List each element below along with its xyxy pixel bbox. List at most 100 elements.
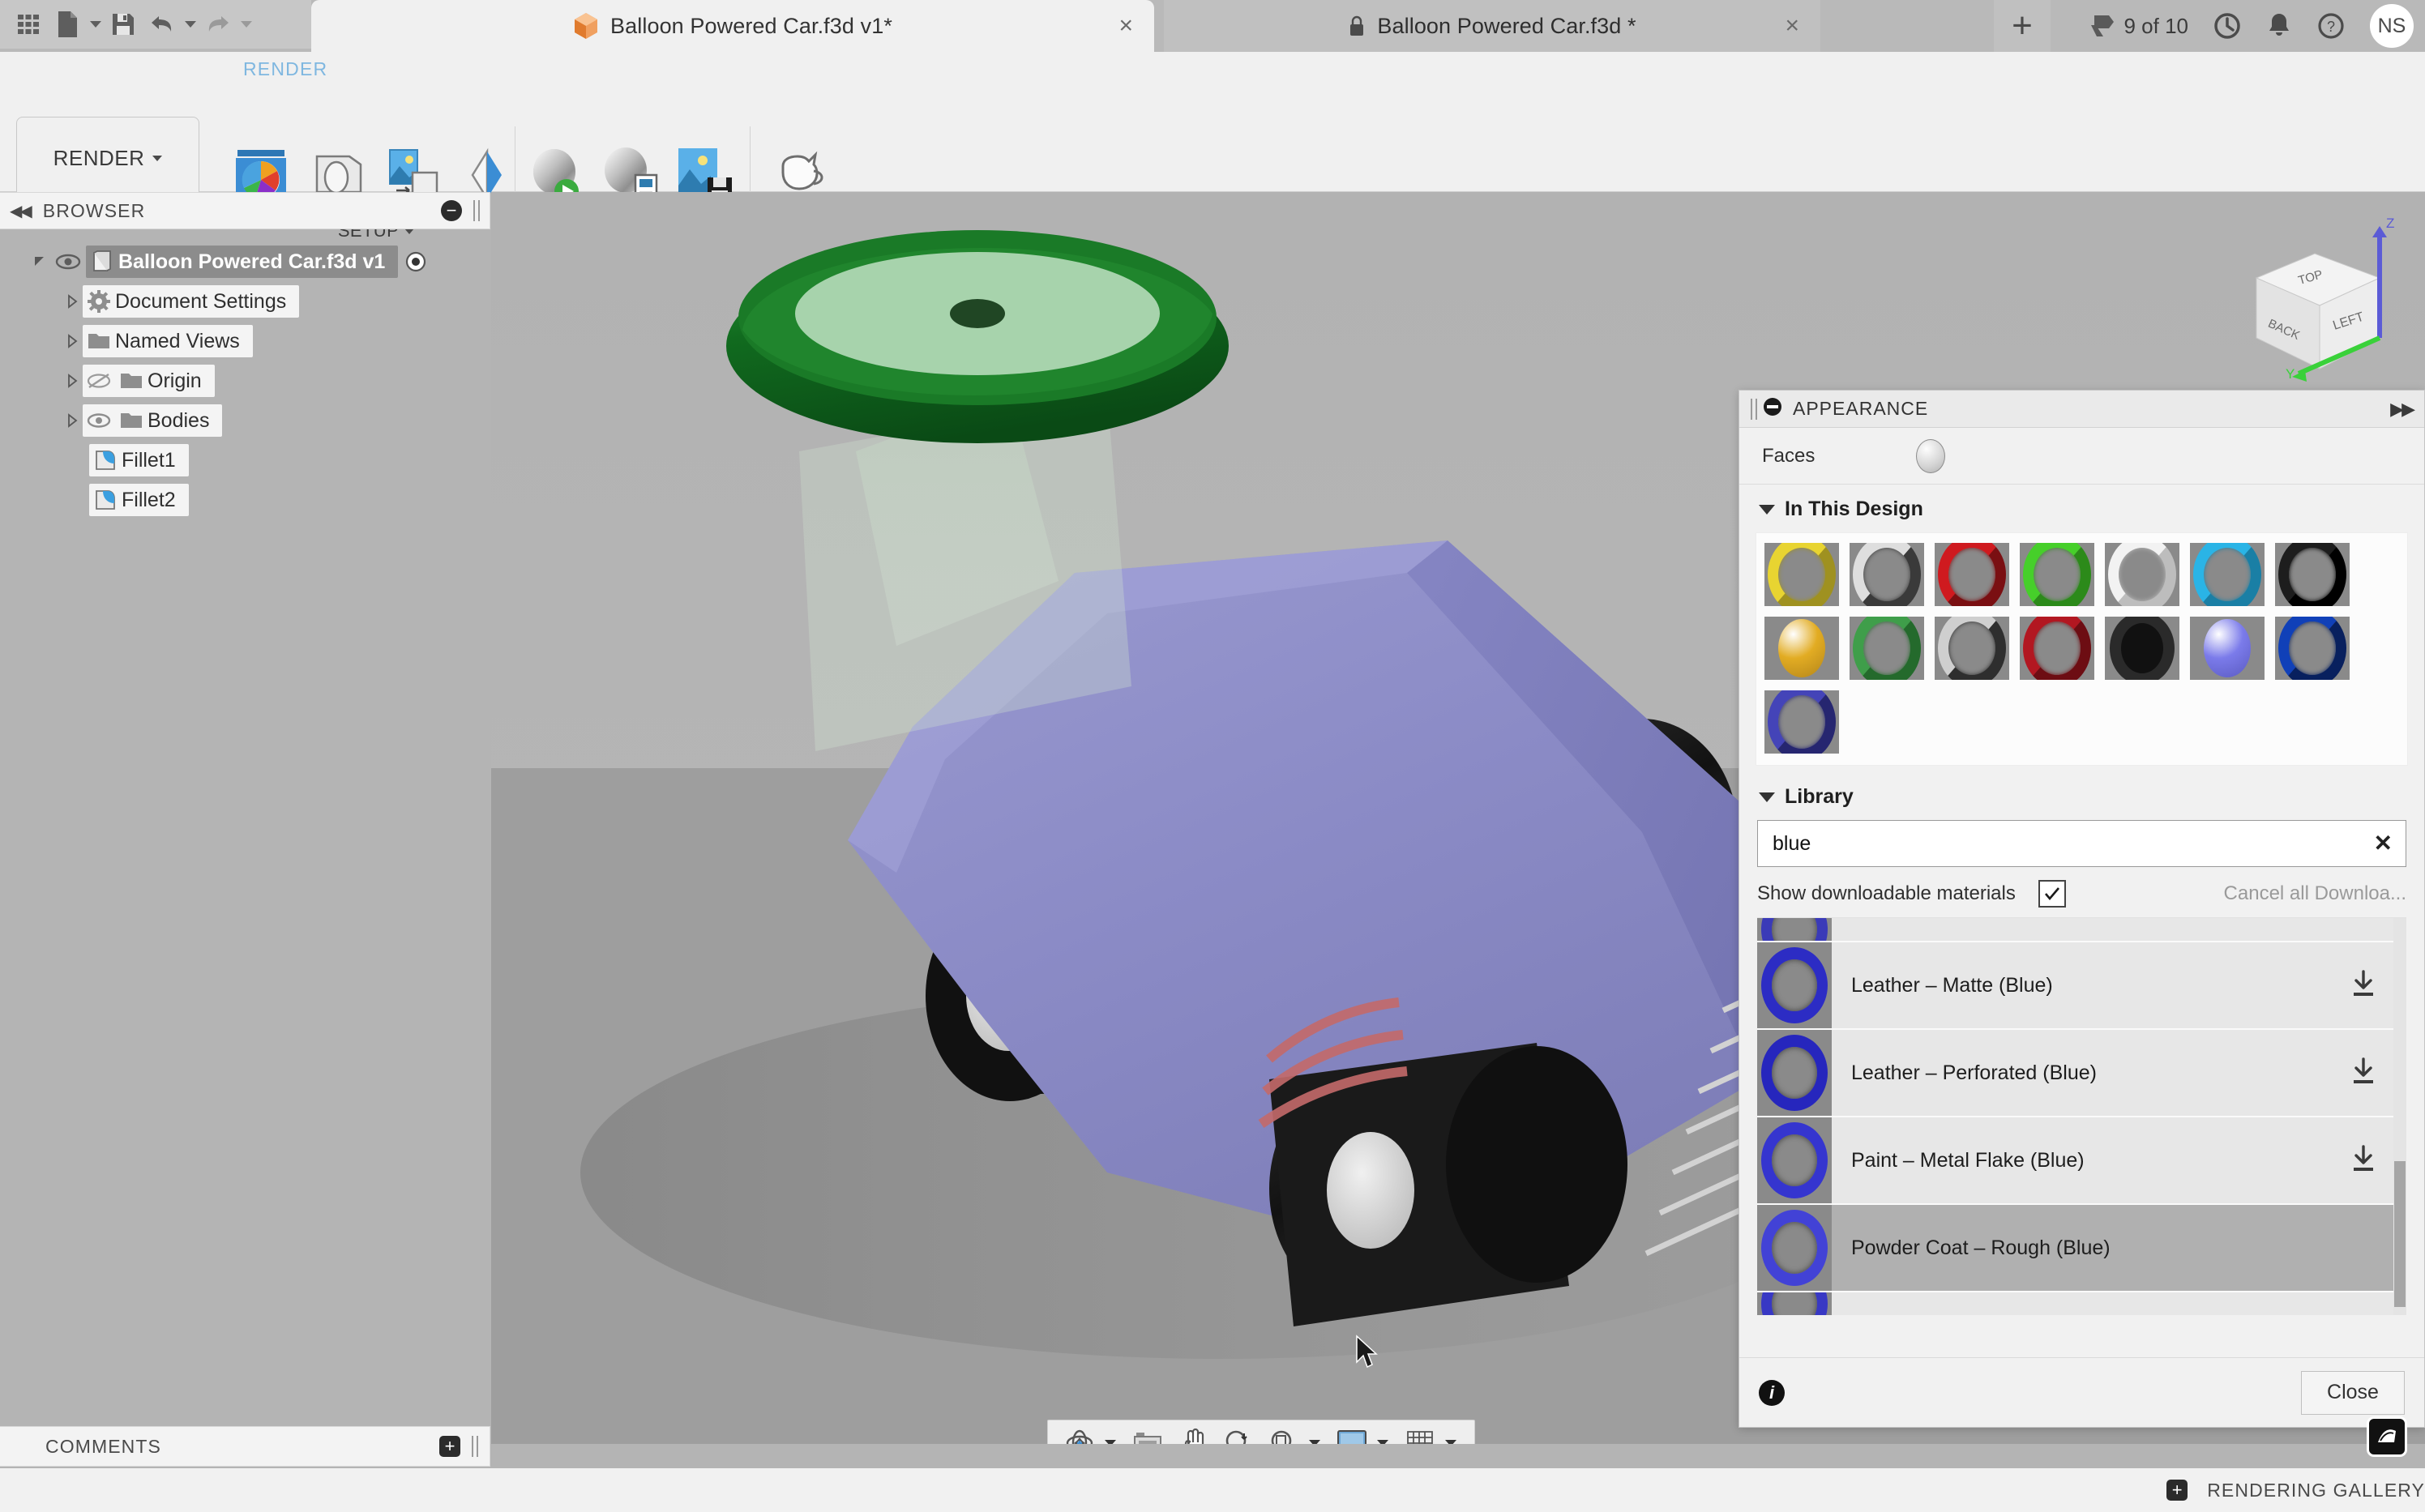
folder-icon	[83, 325, 115, 357]
material-swatch[interactable]	[2105, 617, 2179, 680]
library-result-row[interactable]: Leather – Matte (Blue)	[1757, 942, 2406, 1030]
visibility-eye-icon[interactable]	[83, 404, 115, 437]
document-tab-active[interactable]: Balloon Powered Car.f3d v1* ×	[311, 0, 1154, 52]
tree-item-document-settings[interactable]: Document Settings	[0, 284, 490, 319]
material-swatch[interactable]	[2275, 543, 2350, 606]
tree-pill-bodies[interactable]: Bodies	[83, 404, 222, 437]
file-icon[interactable]	[50, 7, 84, 41]
library-result-row[interactable]: Paint – Metal Flake (Blue)	[1757, 1117, 2406, 1205]
document-tab-inactive[interactable]: Balloon Powered Car.f3d * ×	[1164, 0, 1820, 52]
fillet-icon	[89, 444, 122, 476]
material-swatch[interactable]	[2190, 543, 2265, 606]
rendering-gallery-bar[interactable]: + RENDERING GALLERY	[0, 1468, 2425, 1512]
tree-pill-fillet1[interactable]: Fillet1	[89, 444, 189, 476]
collapse-left-icon[interactable]: ◀◀	[10, 201, 30, 221]
tree-item-bodies[interactable]: Bodies	[0, 403, 490, 438]
view-cube[interactable]: TOP BACK LEFT Z Y	[2224, 215, 2410, 385]
browser-tree: Balloon Powered Car.f3d v1	[0, 229, 490, 518]
library-header[interactable]: Library	[1739, 766, 2424, 815]
panel-resize-grip[interactable]	[473, 200, 480, 221]
tree-item-fillet2[interactable]: Fillet2	[0, 482, 490, 518]
results-scrollbar-thumb[interactable]	[2394, 1161, 2406, 1307]
undo-dropdown-caret[interactable]	[185, 21, 196, 28]
tree-item-named-views[interactable]: Named Views	[0, 323, 490, 359]
minimize-icon[interactable]: −	[441, 200, 462, 221]
save-icon[interactable]	[106, 7, 140, 41]
tree-pill-document-settings[interactable]: Document Settings	[83, 285, 299, 318]
library-result-row[interactable]: Powder Coat – Rough (Blue)	[1757, 1205, 2406, 1292]
cancel-all-downloads-button[interactable]: Cancel all Downloa...	[2224, 882, 2406, 905]
minimize-icon[interactable]	[1762, 396, 1783, 421]
material-swatch[interactable]	[1850, 543, 1924, 606]
material-swatch[interactable]	[1764, 690, 1839, 754]
new-tab-button[interactable]: +	[1994, 0, 2051, 52]
download-icon[interactable]	[2350, 969, 2377, 1002]
tree-item-fillet1[interactable]: Fillet1	[0, 442, 490, 478]
comments-resize-grip[interactable]	[472, 1436, 478, 1457]
recent-icon[interactable]	[2213, 11, 2242, 41]
expand-right-icon[interactable]: ▶▶	[2390, 399, 2413, 420]
avatar[interactable]: NS	[2370, 4, 2414, 48]
download-icon[interactable]	[2350, 1057, 2377, 1090]
file-dropdown-caret[interactable]	[90, 21, 101, 28]
comments-panel-header[interactable]: COMMENTS +	[0, 1426, 490, 1467]
material-swatch[interactable]	[1764, 543, 1839, 606]
collapse-triangle-icon[interactable]	[62, 294, 83, 309]
help-icon[interactable]: ?	[2316, 11, 2346, 41]
redo-dropdown-caret[interactable]	[241, 21, 252, 28]
close-icon[interactable]: ×	[1785, 14, 1799, 38]
collapse-triangle-icon[interactable]	[62, 374, 83, 388]
show-downloadable-checkbox[interactable]	[2038, 880, 2066, 908]
material-swatch[interactable]	[1764, 617, 1839, 680]
material-swatch[interactable]	[1935, 617, 2009, 680]
jobs-status[interactable]: 9 of 10	[2089, 12, 2188, 40]
active-component-radio[interactable]	[398, 246, 434, 278]
dialog-drag-grip[interactable]	[1751, 399, 1757, 420]
tree-item-root[interactable]: Balloon Powered Car.f3d v1	[0, 244, 490, 280]
library-result-row[interactable]	[1757, 918, 2406, 942]
material-swatch[interactable]	[2105, 543, 2179, 606]
clear-search-icon[interactable]: ✕	[2374, 832, 2393, 855]
visibility-eye-icon[interactable]	[50, 246, 86, 278]
show-downloadable-label: Show downloadable materials	[1757, 882, 2016, 905]
collapse-triangle-icon[interactable]	[62, 413, 83, 428]
tree-pill-root[interactable]: Balloon Powered Car.f3d v1	[86, 246, 398, 278]
redo-icon[interactable]	[201, 7, 235, 41]
appearance-dialog[interactable]: APPEARANCE ▶▶ Faces In This Design Libra…	[1739, 390, 2425, 1428]
fusion-logo-icon[interactable]	[2367, 1416, 2407, 1457]
add-comment-icon[interactable]: +	[439, 1436, 460, 1457]
library-results-list[interactable]: Leather – Matte (Blue)Leather – Perforat…	[1757, 917, 2406, 1315]
tree-item-origin[interactable]: Origin	[0, 363, 490, 399]
material-preview-torus	[2108, 543, 2176, 606]
expand-icon[interactable]: +	[2166, 1480, 2188, 1501]
material-swatch[interactable]	[2190, 617, 2265, 680]
ribbon-tab-render[interactable]: RENDER	[243, 58, 327, 80]
library-search-box[interactable]: ✕	[1757, 820, 2406, 867]
close-icon[interactable]: ×	[1118, 14, 1133, 38]
material-swatch[interactable]	[1850, 617, 1924, 680]
in-this-design-header[interactable]: In This Design	[1739, 485, 2424, 527]
visibility-hidden-eye-icon[interactable]	[83, 365, 115, 397]
library-result-row[interactable]	[1757, 1292, 2406, 1315]
library-search-input[interactable]	[1771, 831, 2374, 856]
notifications-icon[interactable]	[2266, 11, 2292, 41]
library-result-row[interactable]: Leather – Perforated (Blue)	[1757, 1030, 2406, 1117]
faces-label: Faces	[1762, 445, 1916, 468]
expand-triangle-icon[interactable]	[29, 254, 50, 269]
material-swatch[interactable]	[2020, 617, 2094, 680]
results-scrollbar[interactable]	[2393, 918, 2406, 1315]
download-icon[interactable]	[2350, 1144, 2377, 1177]
material-swatch[interactable]	[1935, 543, 2009, 606]
faces-preview-swatch[interactable]	[1916, 439, 1945, 473]
collapse-triangle-icon[interactable]	[62, 334, 83, 348]
tree-pill-origin[interactable]: Origin	[83, 365, 215, 397]
app-grid-icon[interactable]	[11, 7, 45, 41]
tree-pill-fillet2[interactable]: Fillet2	[89, 484, 189, 516]
info-icon[interactable]: i	[1759, 1380, 1785, 1406]
workspace-selector[interactable]: RENDER	[16, 117, 199, 199]
tree-pill-named-views[interactable]: Named Views	[83, 325, 253, 357]
undo-icon[interactable]	[145, 7, 179, 41]
material-swatch[interactable]	[2275, 617, 2350, 680]
close-button[interactable]: Close	[2301, 1371, 2405, 1415]
material-swatch[interactable]	[2020, 543, 2094, 606]
